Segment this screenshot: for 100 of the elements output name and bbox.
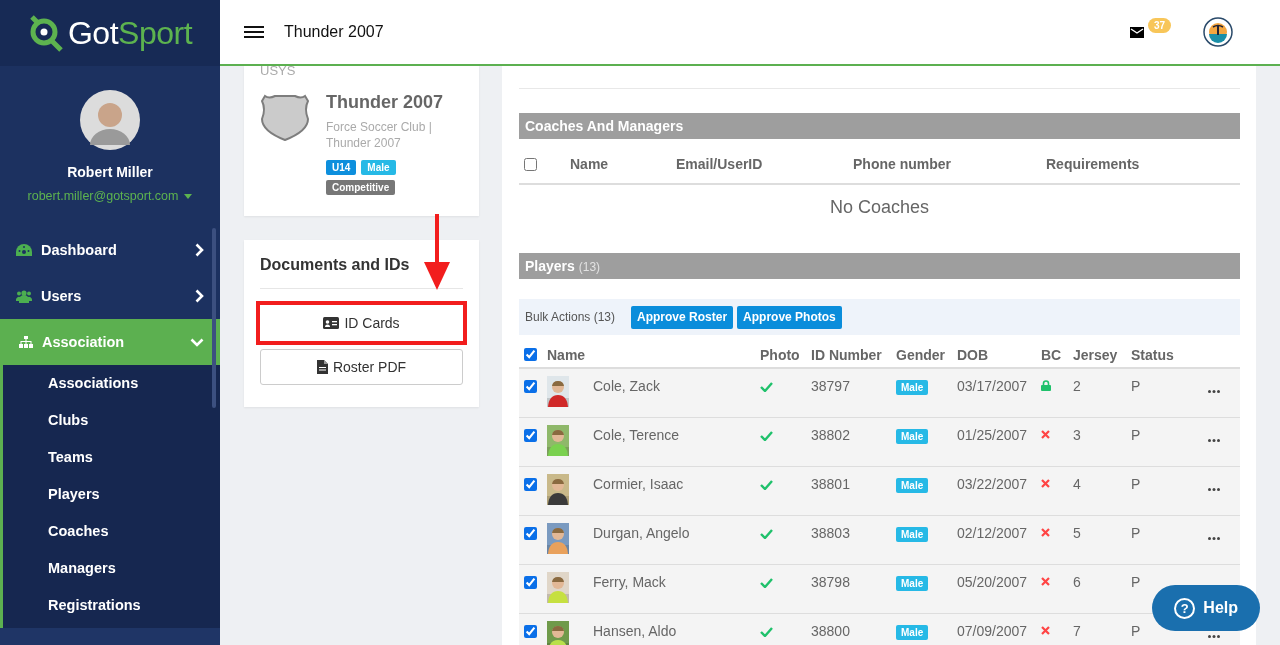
- table-cell-text: P: [1131, 378, 1142, 394]
- roster-pdf-button[interactable]: Roster PDF: [260, 349, 463, 385]
- table-cell-text: 38801: [811, 476, 851, 492]
- sidebar-item[interactable]: Users: [0, 273, 220, 319]
- gender-tag: Male: [896, 527, 929, 542]
- column-header: ID Number: [811, 346, 883, 363]
- user-email-menu[interactable]: robert.miller@gotsport.com: [27, 189, 193, 203]
- column-header: Requirements: [1046, 156, 1141, 172]
- id-card-icon: [323, 317, 340, 329]
- submenu-item[interactable]: Coaches: [3, 513, 220, 550]
- table-cell-text: 02/12/2007: [957, 525, 1029, 541]
- table-cell-text: 03/17/2007: [957, 378, 1029, 394]
- table-cell-text: P: [1131, 574, 1142, 590]
- table-cell-text: 01/25/2007: [957, 427, 1029, 443]
- column-header: Name: [570, 156, 610, 172]
- submenu-item[interactable]: Clubs: [3, 402, 220, 439]
- checkbox[interactable]: [524, 527, 537, 540]
- club-name: Force Soccer Club | Thunder 2007: [326, 119, 433, 151]
- checkbox[interactable]: [524, 625, 537, 638]
- shield-icon: [260, 92, 310, 142]
- avatar: [80, 90, 140, 150]
- table-cell-text: P: [1131, 525, 1142, 541]
- section-header: Coaches And Managers: [519, 113, 1240, 139]
- table-cell-text: 4: [1073, 476, 1082, 492]
- column-header: DOB: [957, 346, 990, 363]
- chevron-right-icon: [195, 243, 204, 257]
- chevron-down-icon: [190, 337, 204, 347]
- users-icon: [16, 289, 32, 303]
- table-cell-text: 7: [1073, 623, 1082, 639]
- table-cell-text: 38802: [811, 427, 851, 443]
- dashboard-icon: [16, 244, 32, 256]
- gender-tag: Male: [896, 576, 929, 591]
- column-header: Status: [1131, 346, 1175, 363]
- user-name: Robert Miller: [67, 164, 153, 180]
- player-name: Hansen, Aldo: [593, 623, 678, 639]
- notification-count: 37: [1147, 17, 1171, 33]
- help-icon: ?: [1174, 597, 1196, 619]
- player-name: Cole, Terence: [593, 427, 681, 443]
- caret-icon: [184, 193, 193, 199]
- column-header: Email/UserID: [676, 156, 764, 172]
- column-header: Photo: [760, 346, 801, 363]
- column-header: Jersey: [1073, 346, 1119, 363]
- more-icon[interactable]: [1208, 390, 1220, 393]
- tag: U14: [326, 160, 357, 175]
- chevron-right-icon: [195, 289, 204, 303]
- sidebar-item[interactable]: Dashboard: [0, 227, 220, 273]
- checkbox[interactable]: [524, 157, 537, 171]
- file-icon: [316, 360, 328, 374]
- organization-logo[interactable]: [1203, 17, 1233, 47]
- table-cell-text: 38798: [811, 574, 851, 590]
- checkbox[interactable]: [524, 429, 537, 442]
- submenu-item[interactable]: Teams: [3, 439, 220, 476]
- player-name: Ferry, Mack: [593, 574, 667, 590]
- table-cell-text: P: [1131, 427, 1142, 443]
- submenu-item[interactable]: Managers: [3, 550, 220, 587]
- gender-tag: Male: [896, 380, 929, 395]
- bulk-actions-label: Bulk Actions (13): [525, 310, 616, 324]
- player-name: Cormier, Isaac: [593, 476, 685, 492]
- gender-tag: Male: [896, 478, 929, 493]
- page-title: Thunder 2007: [284, 23, 385, 41]
- tag: Male: [361, 160, 396, 175]
- submenu-item[interactable]: Players: [3, 476, 220, 513]
- table-cell-text: 6: [1073, 574, 1082, 590]
- table-cell-text: P: [1131, 623, 1142, 639]
- menu-icon[interactable]: [244, 25, 264, 39]
- table-cell-text: 03/22/2007: [957, 476, 1029, 492]
- tag: Competitive: [326, 180, 396, 195]
- more-icon[interactable]: [1208, 439, 1220, 442]
- table-cell-text: 05/20/2007: [957, 574, 1029, 590]
- submenu-item[interactable]: Associations: [3, 365, 220, 402]
- mail-icon[interactable]: [1129, 26, 1144, 38]
- table-cell-text: 38803: [811, 525, 851, 541]
- approve-button[interactable]: Approve Roster: [631, 305, 734, 329]
- empty-message: No Coaches: [828, 197, 931, 218]
- gender-tag: Male: [896, 429, 929, 444]
- table-cell-text: 38797: [811, 378, 851, 394]
- column-header: Gender: [896, 346, 946, 363]
- logo-text: GotSport: [67, 14, 193, 52]
- organization-label: USYS: [260, 66, 297, 76]
- more-icon[interactable]: [1208, 635, 1220, 638]
- approve-button[interactable]: Approve Photos: [737, 305, 842, 329]
- gender-tag: Male: [896, 625, 929, 640]
- team-name: Thunder 2007: [326, 92, 445, 113]
- logo-icon: [27, 14, 64, 52]
- checkbox[interactable]: [524, 380, 537, 393]
- section-header: Players (13): [519, 253, 1240, 279]
- checkbox[interactable]: [524, 576, 537, 589]
- player-name: Durgan, Angelo: [593, 525, 691, 541]
- checkbox[interactable]: [524, 478, 537, 491]
- more-icon[interactable]: [1208, 537, 1220, 540]
- table-cell-text: 07/09/2007: [957, 623, 1029, 639]
- checkbox[interactable]: [524, 348, 537, 361]
- help-button[interactable]: ? Help: [1152, 585, 1260, 631]
- table-cell-text: 5: [1073, 525, 1082, 541]
- table-cell-text: 38800: [811, 623, 851, 639]
- table-cell-text: 2: [1073, 378, 1082, 394]
- table-cell-text: P: [1131, 476, 1142, 492]
- column-header: BC: [1041, 346, 1063, 363]
- more-icon[interactable]: [1208, 488, 1220, 491]
- submenu-item[interactable]: Registrations: [3, 587, 220, 624]
